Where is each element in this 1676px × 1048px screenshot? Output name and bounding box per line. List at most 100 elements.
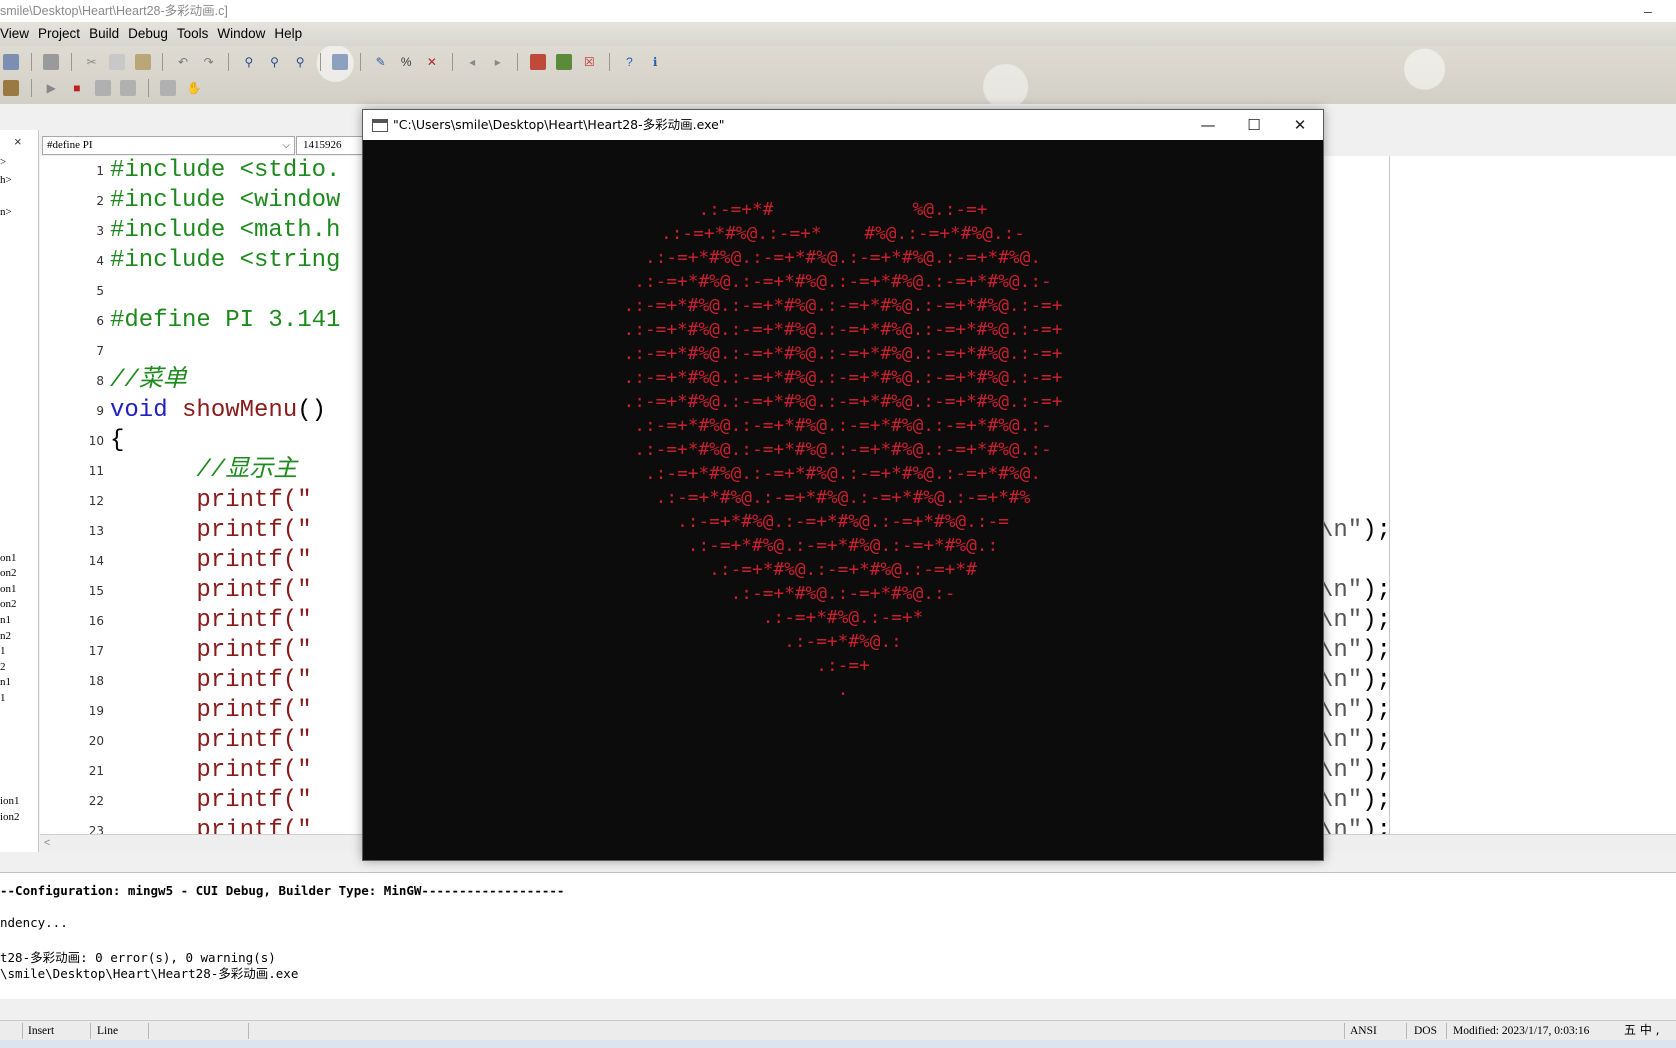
console-title-bar[interactable]: "C:\Users\smile\Desktop\Heart\Heart28-多彩… bbox=[363, 110, 1323, 140]
tree-item[interactable]: n1 bbox=[0, 614, 11, 626]
cut-icon[interactable]: ✂ bbox=[84, 54, 100, 70]
line-number: 6 bbox=[96, 314, 104, 328]
tree-item[interactable]: 1 bbox=[0, 692, 6, 704]
heart-row: .:-=+*#%@.:-=+* bbox=[762, 607, 924, 628]
close-icon[interactable]: × bbox=[14, 134, 22, 149]
status-bar: Insert Line ANSI DOS Modified: 2023/1/17… bbox=[0, 1020, 1676, 1041]
step-into-icon[interactable] bbox=[120, 80, 137, 96]
punctuation: ); bbox=[1362, 697, 1391, 724]
chevron-down-icon: ⌵ bbox=[282, 140, 290, 151]
format-icon[interactable]: ✎ bbox=[373, 54, 389, 70]
console-maximize-button[interactable]: ☐ bbox=[1231, 110, 1277, 140]
menu-tools[interactable]: Tools bbox=[177, 26, 209, 41]
punctuation: ); bbox=[1362, 817, 1391, 834]
back-icon[interactable]: ◂ bbox=[464, 54, 480, 70]
watch-icon[interactable] bbox=[160, 80, 177, 96]
ime-indicator[interactable]: 五 中 , bbox=[1624, 1021, 1676, 1040]
menu-debug[interactable]: Debug bbox=[128, 26, 168, 41]
compile-icon[interactable] bbox=[3, 80, 19, 96]
line-number: 8 bbox=[96, 374, 104, 388]
heart-row: .:-=+*#%@.:-=+*#%@.:-=+*#%@.:-=+*#%@. bbox=[644, 463, 1042, 484]
menu-window[interactable]: Window bbox=[217, 26, 265, 41]
heart-row: .:-=+*#%@.:-=+*#%@.:-=+*#%@.:-=+*#%@.:-=… bbox=[623, 343, 1063, 364]
heart-row: .:-=+*#%@.:-=+*#%@.:-=+*#%@.:-=+*#%@.:-=… bbox=[623, 295, 1063, 316]
line-number: 11 bbox=[88, 464, 104, 478]
console-title: "C:\Users\smile\Desktop\Heart\Heart28-多彩… bbox=[393, 117, 725, 132]
code-text: printf(" bbox=[110, 697, 312, 724]
console-minimize-button[interactable]: — bbox=[1185, 110, 1231, 140]
console-close-button[interactable]: ✕ bbox=[1277, 110, 1323, 140]
toolbar-separator bbox=[360, 53, 361, 71]
tree-item[interactable]: ion1 bbox=[0, 795, 20, 807]
tools-icon[interactable]: ✕ bbox=[424, 54, 440, 70]
status-divider bbox=[1344, 1023, 1345, 1039]
tree-item[interactable]: n2 bbox=[0, 630, 11, 642]
line-number: 9 bbox=[96, 404, 104, 418]
heart-row: .:-=+*#%@.: bbox=[784, 631, 902, 652]
tree-item[interactable]: n> bbox=[0, 206, 12, 218]
symbol-select[interactable]: #define PI ⌵ bbox=[42, 136, 295, 155]
redo-icon[interactable]: ↷ bbox=[201, 54, 217, 70]
undo-icon[interactable]: ↶ bbox=[175, 54, 191, 70]
info-icon[interactable]: ℹ bbox=[647, 54, 663, 70]
paste-icon[interactable] bbox=[134, 54, 151, 70]
heart-row: .:-=+*#%@.:-=+*#%@.:-=+*#%@.:-=+*#%@.:- bbox=[634, 415, 1052, 436]
minimize-button[interactable]: – bbox=[1644, 0, 1652, 22]
heart-row: .:-=+*#%@.:-=+*#%@.:- bbox=[730, 583, 956, 604]
tree-item[interactable]: on1 bbox=[0, 552, 17, 564]
bookmark-icon[interactable] bbox=[530, 54, 546, 70]
run-icon[interactable]: ▶ bbox=[43, 80, 59, 96]
taskbar-edge bbox=[0, 1040, 1676, 1048]
help-icon[interactable]: ? bbox=[622, 54, 638, 70]
step-over-icon[interactable] bbox=[94, 80, 111, 96]
tree-item[interactable]: 1 bbox=[0, 645, 6, 657]
clear-bookmarks-icon[interactable]: ☒ bbox=[581, 54, 597, 70]
next-bookmark-icon[interactable] bbox=[555, 54, 572, 70]
tree-item[interactable]: > bbox=[0, 156, 6, 168]
code-text: #include <window bbox=[110, 187, 341, 214]
code-text: printf(" bbox=[110, 487, 312, 514]
stop-icon[interactable]: ■ bbox=[69, 80, 85, 96]
punctuation: ); bbox=[1362, 787, 1391, 814]
code-text: printf(" bbox=[110, 637, 312, 664]
tree-item[interactable]: h> bbox=[0, 174, 12, 186]
console-window[interactable]: "C:\Users\smile\Desktop\Heart\Heart28-多彩… bbox=[362, 109, 1324, 861]
tree-item[interactable]: on2 bbox=[0, 598, 17, 610]
print-icon[interactable] bbox=[43, 54, 60, 70]
hand-icon[interactable]: ✋ bbox=[186, 80, 202, 96]
status-divider bbox=[1406, 1023, 1407, 1039]
scroll-left-icon[interactable]: < bbox=[44, 837, 50, 849]
status-modified: Modified: 2023/1/17, 0:03:16 bbox=[1453, 1025, 1590, 1037]
menu-view[interactable]: View bbox=[0, 26, 29, 41]
code-text: #include <string bbox=[110, 247, 341, 274]
line-number: 10 bbox=[88, 434, 104, 448]
forward-icon[interactable]: ▸ bbox=[490, 54, 506, 70]
find-icon[interactable]: ⚲ bbox=[241, 54, 257, 70]
toolbar-separator bbox=[517, 53, 519, 71]
code-text: { bbox=[110, 427, 125, 454]
heart-row: .:-=+*#%@.:-=+*#%@.:-=+*#%@.:-=+*#%@.:- bbox=[634, 439, 1052, 460]
heart-row: .:-=+*#%@.:-=+*#%@.:-=+*#%@.:-= bbox=[677, 511, 1009, 532]
tree-item[interactable]: n1 bbox=[0, 676, 11, 688]
heart-row: . bbox=[837, 679, 849, 700]
replace-icon[interactable] bbox=[332, 54, 349, 70]
menu-help[interactable]: Help bbox=[274, 26, 302, 41]
heart-row: .:-=+*#%@.:-=+* #%@.:-=+*#%@.:- bbox=[661, 223, 1025, 244]
tree-item[interactable]: on1 bbox=[0, 583, 17, 595]
copy-icon[interactable] bbox=[109, 54, 126, 70]
tree-item[interactable]: 2 bbox=[0, 661, 6, 673]
line-number: 19 bbox=[88, 704, 104, 718]
percent-icon[interactable]: % bbox=[398, 54, 414, 70]
heart-row: .:-=+*#%@.:-=+*#%@.:-=+*#%@.: bbox=[687, 535, 999, 556]
tree-item[interactable]: ion2 bbox=[0, 811, 20, 823]
tree-item[interactable]: on2 bbox=[0, 567, 17, 579]
menu-build[interactable]: Build bbox=[89, 26, 119, 41]
toolbar-separator bbox=[30, 79, 32, 97]
find-next-icon[interactable]: ⚲ bbox=[267, 54, 283, 70]
menu-project[interactable]: Project bbox=[38, 26, 80, 41]
line-number: 5 bbox=[96, 284, 104, 298]
workspace-icon[interactable] bbox=[3, 54, 19, 70]
heart-row: .:-=+*#%@.:-=+*#%@.:-=+*#%@.:-=+*#%@.:- bbox=[634, 271, 1052, 292]
status-eol: DOS bbox=[1414, 1025, 1438, 1037]
find-prev-icon[interactable]: ⚲ bbox=[292, 54, 308, 70]
